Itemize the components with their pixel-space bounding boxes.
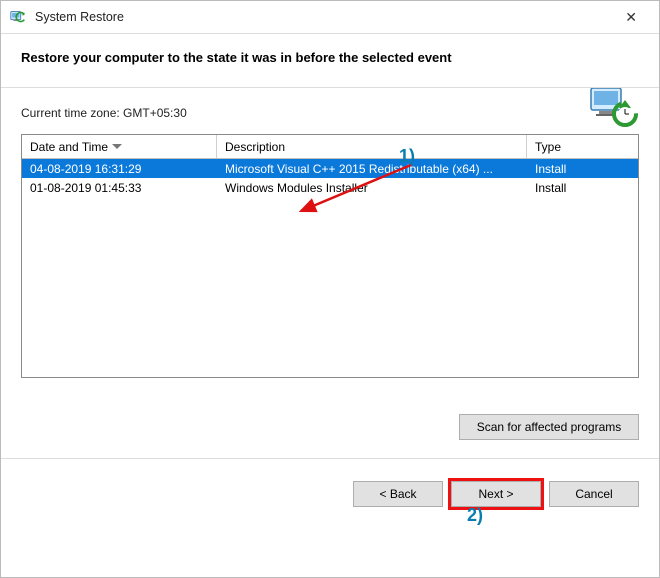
- column-header-date-label: Date and Time: [30, 140, 108, 154]
- system-restore-window: System Restore ✕ Restore your computer t…: [0, 0, 660, 578]
- annotation-label-1: 1): [399, 146, 415, 167]
- cell-date: 01-08-2019 01:45:33: [22, 181, 217, 195]
- header-area: Restore your computer to the state it wa…: [1, 34, 659, 87]
- titlebar: System Restore ✕: [1, 1, 659, 34]
- page-subtitle: Restore your computer to the state it wa…: [21, 50, 639, 65]
- wizard-footer: < Back Next > Cancel: [1, 459, 659, 507]
- column-header-type-label: Type: [535, 140, 561, 154]
- column-header-desc-label: Description: [225, 140, 285, 154]
- column-header-type[interactable]: Type: [527, 135, 638, 158]
- table-row[interactable]: 04-08-2019 16:31:29 Microsoft Visual C++…: [22, 159, 638, 178]
- cell-type: Install: [527, 162, 638, 176]
- back-button[interactable]: < Back: [353, 481, 443, 507]
- cell-description: Microsoft Visual C++ 2015 Redistributabl…: [217, 162, 527, 176]
- table-row[interactable]: 01-08-2019 01:45:33 Windows Modules Inst…: [22, 178, 638, 197]
- window-title: System Restore: [35, 10, 611, 24]
- table-header: Date and Time Description Type: [22, 135, 638, 159]
- content: Restore your computer to the state it wa…: [1, 34, 659, 507]
- scan-affected-programs-button[interactable]: Scan for affected programs: [459, 414, 639, 440]
- cell-type: Install: [527, 181, 638, 195]
- cancel-button[interactable]: Cancel: [549, 481, 639, 507]
- restore-points-table[interactable]: Date and Time Description Type 04-08-201…: [21, 134, 639, 378]
- annotation-label-2: 2): [467, 505, 483, 526]
- cell-description: Windows Modules Installer: [217, 181, 527, 195]
- next-button[interactable]: Next >: [451, 481, 541, 507]
- cell-date: 04-08-2019 16:31:29: [22, 162, 217, 176]
- system-restore-icon: [9, 8, 27, 26]
- close-icon[interactable]: ✕: [611, 3, 651, 32]
- scan-bar: Scan for affected programs: [459, 414, 639, 440]
- column-header-description[interactable]: Description: [217, 135, 527, 158]
- sort-indicator-icon: [112, 144, 122, 149]
- column-header-date[interactable]: Date and Time: [22, 135, 217, 158]
- restore-point-panel: Current time zone: GMT+05:30 Date and Ti…: [1, 87, 659, 459]
- timezone-label: Current time zone: GMT+05:30: [21, 106, 639, 120]
